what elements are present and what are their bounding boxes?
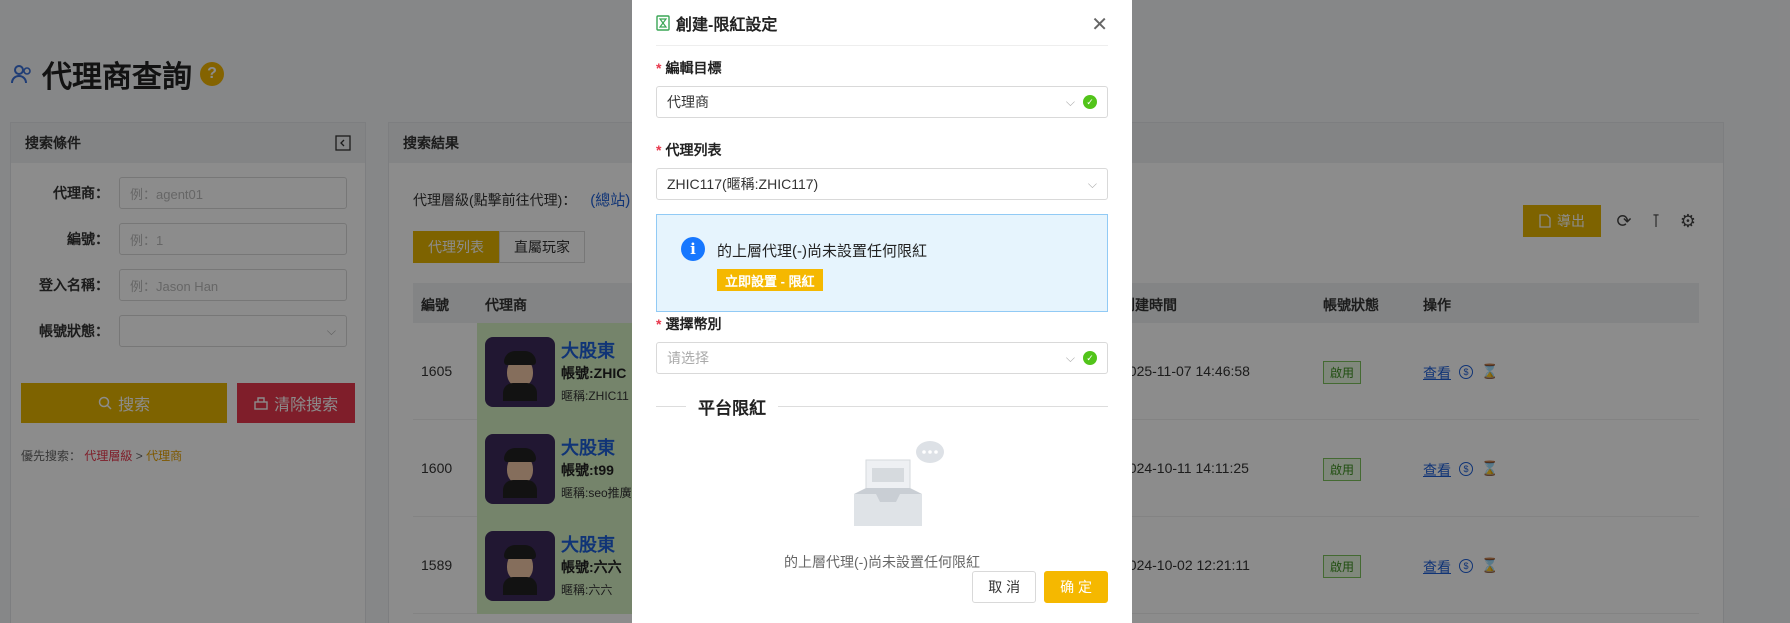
agent-list-select[interactable]: ZHIC117(暱稱:ZHIC117) ⌵ xyxy=(656,168,1108,200)
target-label: * 編輯目標 xyxy=(656,60,722,76)
check-icon: ✓ xyxy=(1083,95,1097,109)
close-icon[interactable]: ✕ xyxy=(1091,12,1108,37)
chevron-down-icon: ⌵ xyxy=(1065,94,1075,109)
chevron-down-icon: ⌵ xyxy=(1065,350,1075,365)
info-icon: i xyxy=(681,237,705,261)
modal-title: 創建-限紅設定 xyxy=(676,16,778,34)
empty-text: 的上層代理(-)尚未設置任何限紅 xyxy=(784,554,980,570)
info-text: 的上層代理(-)尚未設置任何限紅 xyxy=(717,243,927,260)
set-limit-now-button[interactable]: 立即設置 - 限紅 xyxy=(717,269,823,291)
chevron-down-icon: ⌵ xyxy=(1087,176,1097,191)
empty-inbox-icon xyxy=(854,441,944,526)
info-alert: i 的上層代理(-)尚未設置任何限紅 立即設置 - 限紅 xyxy=(656,214,1108,312)
empty-state xyxy=(656,420,1108,550)
currency-select[interactable]: 请选择 ⌵ ✓ xyxy=(656,342,1108,374)
check-icon: ✓ xyxy=(1083,351,1097,365)
section-title: 平台限紅 xyxy=(698,398,766,418)
confirm-button[interactable]: 确 定 xyxy=(1044,571,1108,603)
currency-label: * 選擇幣別 xyxy=(656,316,722,332)
cancel-button[interactable]: 取 消 xyxy=(972,571,1037,603)
target-select[interactable]: 代理商 ⌵ ✓ xyxy=(656,86,1108,118)
limit-setting-modal: 創建-限紅設定 ✕ * 編輯目標 代理商 ⌵ ✓ * 代理列表 ZHIC117(暱稱:… xyxy=(632,0,1132,623)
section-divider: 平台限紅 xyxy=(656,392,1108,420)
hourglass-icon xyxy=(656,14,670,31)
agent-list-label: * 代理列表 xyxy=(656,142,722,158)
